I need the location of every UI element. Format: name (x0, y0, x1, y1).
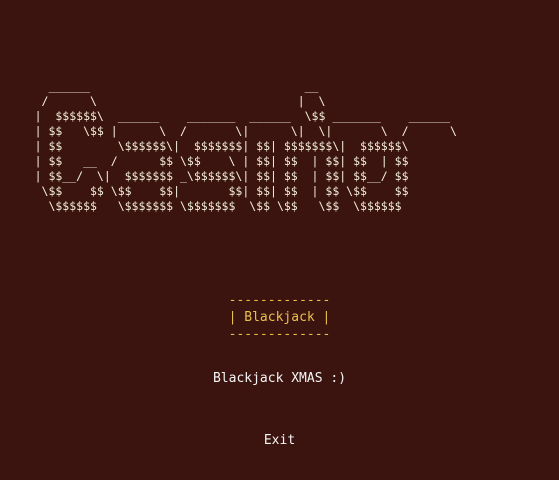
menu-item-blackjack-xmas[interactable]: Blackjack XMAS :) (0, 371, 559, 387)
menu-item-blackjack-selected[interactable]: ------------- | Blackjack | ------------… (0, 293, 559, 343)
title-art-line: \$$$$$$ \$$$$$$$ \$$$$$$$ \$$ \$$ \$$ \$… (0, 199, 402, 213)
title-art-line: ______ __ (0, 79, 319, 93)
title-art-line: | $$ \$$ | \ / \| \| \| \ / \ (0, 124, 457, 138)
title-art-line: | $$ __ / $$ \$$ \ | $$| $$ | $$| $$ | $… (0, 154, 409, 168)
title-art-line: \$$ $$ \$$ $$| $$| $$| $$ | $$ \$$ $$ (0, 184, 409, 198)
menu-item-exit[interactable]: Exit (0, 433, 559, 449)
menu-item-blackjack-label: | Blackjack | (228, 310, 331, 325)
casino-ascii-title: ______ __ / \ | \ | $$$$$$\ ______ _____… (0, 79, 559, 229)
title-art-line: | $$$$$$\ ______ _______ ______ \$$ ____… (0, 109, 451, 123)
terminal-screen: ______ __ / \ | \ | $$$$$$\ ______ _____… (0, 0, 559, 480)
title-art-line: | $$__/ \| $$$$$$$ _\$$$$$$\| $$| $$ | $… (0, 169, 409, 183)
title-art-line: | $$ \$$$$$$\| $$$$$$$| $$| $$$$$$$\| $$… (0, 139, 409, 153)
selection-bottom-border: ------------- (228, 327, 331, 342)
title-art-line: / \ | \ (0, 94, 326, 108)
selection-top-border: ------------- (228, 293, 331, 308)
